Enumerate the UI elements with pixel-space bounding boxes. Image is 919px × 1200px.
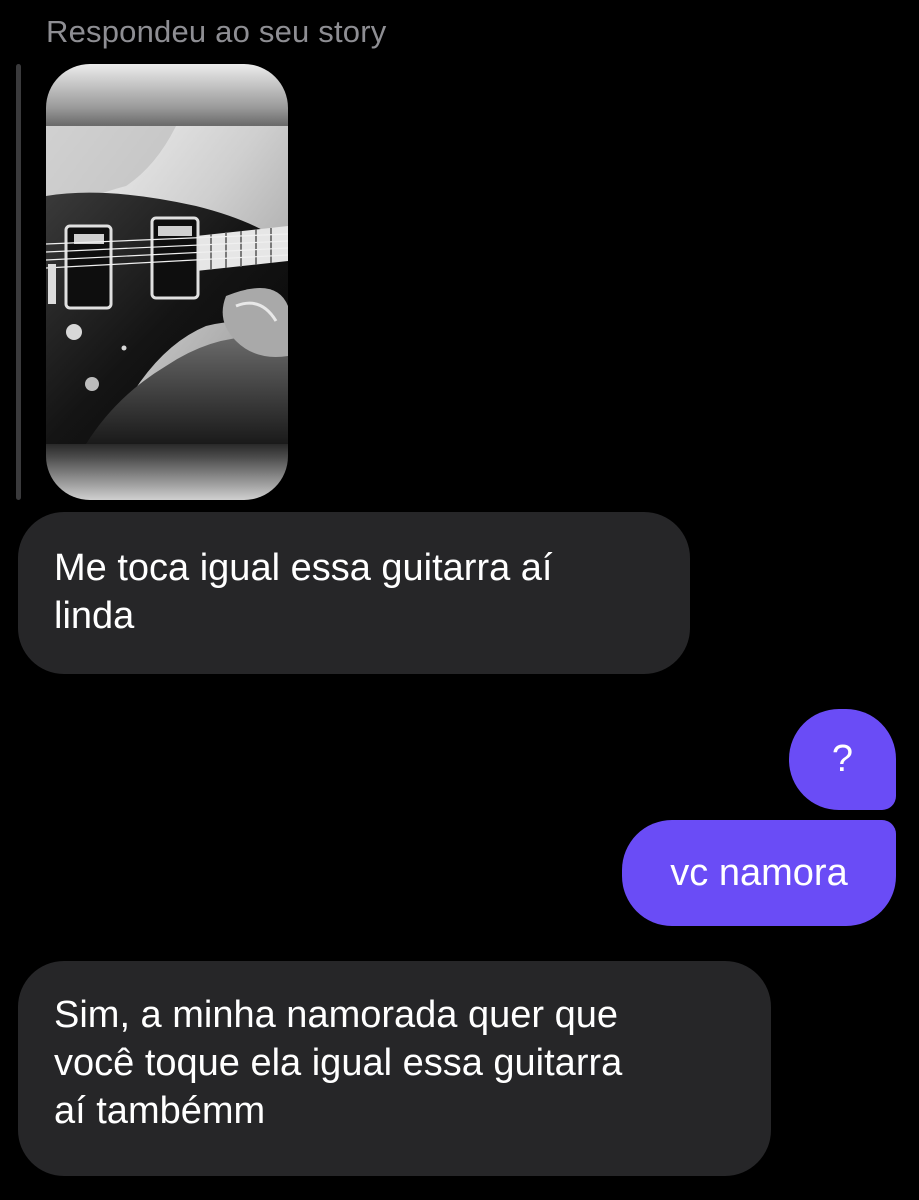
story-preview[interactable] xyxy=(46,64,288,500)
message-text: Sim, a minha namorada quer que você toqu… xyxy=(54,994,623,1132)
reply-quote-bar xyxy=(16,64,21,500)
reply-header: Respondeu ao seu story xyxy=(46,14,387,49)
message-bubble-outgoing[interactable]: ? xyxy=(789,709,896,810)
story-photo xyxy=(46,126,288,444)
message-text: ? xyxy=(831,738,854,780)
message-text: vc namora xyxy=(670,852,848,894)
message-bubble-incoming[interactable]: Sim, a minha namorada quer que você toqu… xyxy=(18,961,771,1176)
message-bubble-incoming[interactable]: Me toca igual essa guitarra aí linda xyxy=(18,512,690,674)
message-text: Me toca igual essa guitarra aí linda xyxy=(54,547,553,637)
message-bubble-outgoing[interactable]: vc namora xyxy=(622,820,896,926)
